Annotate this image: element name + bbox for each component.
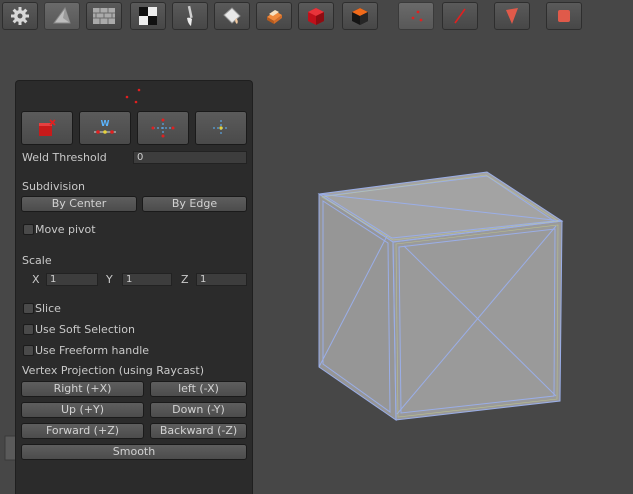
weld-threshold-label: Weld Threshold — [22, 151, 107, 164]
smooth-button[interactable]: Smooth — [21, 444, 247, 460]
project-up-button[interactable]: Up (+Y) — [21, 402, 144, 418]
project-right-button[interactable]: Right (+X) — [21, 381, 144, 397]
weld-vertices-button[interactable]: W — [79, 111, 131, 145]
by-edge-button[interactable]: By Edge — [142, 196, 247, 212]
scale-label: Scale — [22, 254, 52, 267]
svg-text:W: W — [101, 119, 110, 128]
scale-y-label: Y — [106, 273, 113, 286]
scale-z-field[interactable]: 1 — [196, 273, 247, 286]
soft-selection-label: Use Soft Selection — [35, 323, 135, 336]
connect-vertices-button[interactable] — [137, 111, 189, 145]
move-pivot-label: Move pivot — [35, 223, 96, 236]
panel-drag-handle[interactable] — [16, 81, 252, 109]
freeform-handle-label: Use Freeform handle — [35, 344, 150, 357]
move-pivot-checkbox[interactable] — [23, 224, 34, 235]
scale-x-label: X — [32, 273, 40, 286]
vertex-projection-label: Vertex Projection (using Raycast) — [22, 364, 205, 377]
scale-x-field[interactable]: 1 — [46, 273, 98, 286]
split-vertices-button[interactable] — [195, 111, 247, 145]
project-left-button[interactable]: left (-X) — [150, 381, 247, 397]
vertex-mode-indicator-icon — [125, 88, 141, 104]
vertex-tools-panel: W Weld Threshold 0 Subdivision By Center… — [15, 80, 253, 494]
soft-selection-checkbox[interactable] — [23, 324, 34, 335]
subdivision-label: Subdivision — [22, 180, 86, 193]
freeform-handle-checkbox[interactable] — [23, 345, 34, 356]
connect-vertices-icon — [151, 118, 175, 138]
cube-mesh[interactable] — [317, 171, 564, 421]
weld-vertices-icon: W — [94, 119, 116, 134]
slice-checkbox[interactable] — [23, 303, 34, 314]
project-backward-button[interactable]: Backward (-Z) — [150, 423, 247, 439]
project-forward-button[interactable]: Forward (+Z) — [21, 423, 144, 439]
weld-threshold-field[interactable]: 0 — [133, 151, 247, 164]
collapse-vertices-button[interactable] — [21, 111, 73, 145]
split-vertices-icon — [213, 120, 229, 136]
scale-z-label: Z — [181, 273, 189, 286]
project-down-button[interactable]: Down (-Y) — [150, 402, 247, 418]
scale-y-field[interactable]: 1 — [122, 273, 172, 286]
by-center-button[interactable]: By Center — [21, 196, 137, 212]
slice-label: Slice — [35, 302, 61, 315]
collapse-vertices-icon — [39, 119, 56, 136]
